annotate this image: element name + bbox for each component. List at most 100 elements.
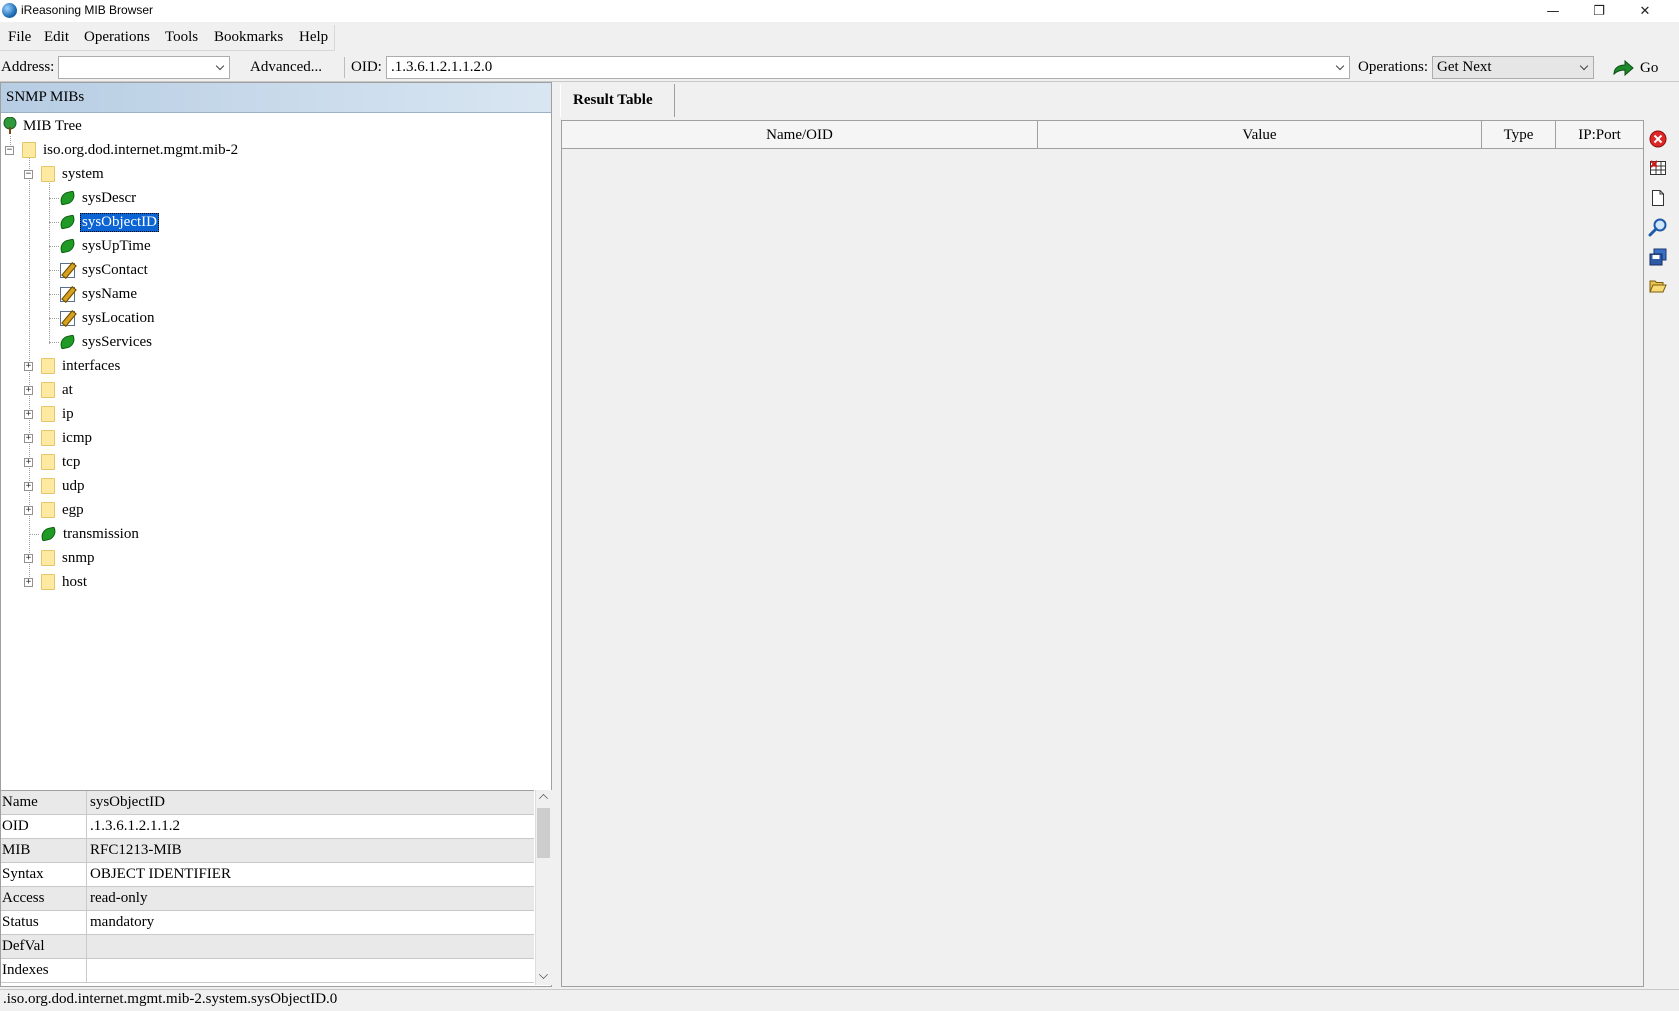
menu-tools[interactable]: Tools: [165, 29, 198, 46]
properties-scrollbar-thumb[interactable]: [537, 808, 550, 858]
tree-node-interfaces[interactable]: interfaces: [41, 354, 122, 378]
tree-node-label: tcp: [62, 453, 81, 470]
tree-leaf-sysuptime[interactable]: sysUpTime: [58, 234, 153, 258]
folder-icon: [41, 454, 55, 470]
expand-icon[interactable]: +: [24, 554, 33, 563]
writable-leaf-icon: [60, 262, 75, 278]
advanced-button[interactable]: Advanced...: [250, 59, 322, 76]
tree-line: [49, 222, 59, 223]
go-label: Go: [1640, 59, 1659, 76]
new-document-button[interactable]: [1647, 187, 1669, 209]
panel-splitter[interactable]: [552, 82, 560, 987]
property-row-mib[interactable]: MIB RFC1213-MIB: [1, 839, 534, 863]
menu-edit[interactable]: Edit: [44, 29, 69, 46]
tree-leaf-sysname[interactable]: sysName: [60, 282, 139, 306]
property-key: Status: [2, 914, 39, 930]
oid-label: OID:: [351, 59, 382, 75]
tree-node-mib2[interactable]: iso.org.dod.internet.mgmt.mib-2: [22, 138, 240, 162]
tree-node-egp[interactable]: egp: [41, 498, 86, 522]
go-button[interactable]: Go: [1612, 56, 1678, 80]
folder-icon: [41, 358, 55, 374]
expand-icon[interactable]: +: [24, 578, 33, 587]
tree-line: [49, 342, 59, 343]
property-value: RFC1213-MIB: [90, 842, 182, 858]
tree-node-label: ip: [62, 405, 74, 422]
tree-node-ip[interactable]: ip: [41, 402, 76, 426]
tab-result-table[interactable]: Result Table: [560, 84, 675, 117]
property-row-name[interactable]: Name sysObjectID: [1, 791, 534, 815]
chevron-down-icon[interactable]: [1331, 57, 1349, 78]
restore-button[interactable]: ❐: [1576, 0, 1622, 22]
expand-icon[interactable]: +: [24, 434, 33, 443]
folder-icon: [41, 478, 55, 494]
stop-button[interactable]: [1647, 128, 1669, 150]
tree-node-at[interactable]: at: [41, 378, 75, 402]
expand-icon[interactable]: +: [24, 458, 33, 467]
property-row-oid[interactable]: OID .1.3.6.1.2.1.1.2: [1, 815, 534, 839]
leaf-icon: [58, 334, 77, 350]
menu-operations[interactable]: Operations: [84, 29, 150, 46]
tree-leaf-sysservices[interactable]: sysServices: [58, 330, 154, 354]
writable-leaf-icon: [60, 310, 75, 326]
property-row-syntax[interactable]: Syntax OBJECT IDENTIFIER: [1, 863, 534, 887]
menu-file[interactable]: File: [8, 29, 31, 46]
delete-table-button[interactable]: [1647, 157, 1669, 179]
property-row-status[interactable]: Status mandatory: [1, 911, 534, 935]
menu-bookmarks[interactable]: Bookmarks: [214, 29, 283, 46]
tree-leaf-syslocation[interactable]: sysLocation: [60, 306, 157, 330]
chevron-down-icon[interactable]: [211, 57, 229, 78]
property-row-defval[interactable]: DefVal: [1, 935, 534, 959]
tree-node-icmp[interactable]: icmp: [41, 426, 94, 450]
tree-node-snmp[interactable]: snmp: [41, 546, 97, 570]
property-key: DefVal: [2, 938, 45, 954]
property-row-access[interactable]: Access read-only: [1, 887, 534, 911]
tree-leaf-label-selected: sysObjectID: [80, 212, 159, 232]
property-key: Indexes: [2, 962, 49, 978]
expand-icon[interactable]: +: [24, 506, 33, 515]
tree-node-udp[interactable]: udp: [41, 474, 87, 498]
folder-icon: [41, 382, 55, 398]
operations-select[interactable]: Get Next: [1432, 56, 1594, 79]
tree-leaf-label: sysServices: [82, 333, 152, 350]
close-button[interactable]: ✕: [1622, 0, 1668, 22]
expand-icon[interactable]: +: [24, 362, 33, 371]
column-name-oid[interactable]: Name/OID: [562, 121, 1038, 149]
open-folder-button[interactable]: [1647, 275, 1669, 297]
tree-leaf-sysobjectid[interactable]: sysObjectID: [58, 210, 159, 234]
expand-icon[interactable]: +: [24, 410, 33, 419]
tree-leaf-sysdescr[interactable]: sysDescr: [58, 186, 138, 210]
property-key: MIB: [2, 842, 31, 858]
address-combo[interactable]: [58, 56, 230, 79]
column-type[interactable]: Type: [1482, 121, 1556, 149]
tree-leaf-transmission[interactable]: transmission: [39, 522, 141, 546]
tree-node-label: egp: [62, 501, 84, 518]
expand-icon[interactable]: +: [24, 386, 33, 395]
tree-node-tcp[interactable]: tcp: [41, 450, 82, 474]
tree-leaf-syscontact[interactable]: sysContact: [60, 258, 150, 282]
tree-node-label: snmp: [62, 549, 95, 566]
column-ip-port[interactable]: IP:Port: [1556, 121, 1643, 149]
property-key: Name: [2, 794, 38, 810]
tree-icon: [3, 117, 17, 134]
property-row-indexes[interactable]: Indexes: [1, 959, 534, 983]
save-button[interactable]: [1647, 246, 1669, 268]
properties-table: Name sysObjectID OID .1.3.6.1.2.1.1.2 MI…: [1, 790, 534, 985]
column-divider: [86, 815, 87, 839]
chevron-down-icon[interactable]: [1575, 57, 1593, 78]
tree-root[interactable]: MIB Tree: [2, 114, 84, 138]
folder-icon: [22, 142, 36, 158]
column-value[interactable]: Value: [1038, 121, 1482, 149]
expand-icon[interactable]: +: [24, 482, 33, 491]
minimize-button[interactable]: —: [1530, 0, 1576, 22]
find-button[interactable]: [1647, 216, 1669, 238]
collapse-icon[interactable]: −: [24, 170, 33, 179]
tree-node-host[interactable]: host: [41, 570, 89, 594]
collapse-icon[interactable]: −: [5, 146, 14, 155]
delete-table-icon: [1650, 160, 1666, 175]
app-globe-icon: [2, 3, 17, 18]
menu-help[interactable]: Help: [299, 29, 328, 46]
oid-combo[interactable]: .1.3.6.1.2.1.1.2.0: [386, 56, 1350, 79]
tree-node-system[interactable]: system: [41, 162, 106, 186]
tree-line: [49, 181, 50, 344]
oid-input[interactable]: .1.3.6.1.2.1.1.2.0: [391, 59, 492, 76]
